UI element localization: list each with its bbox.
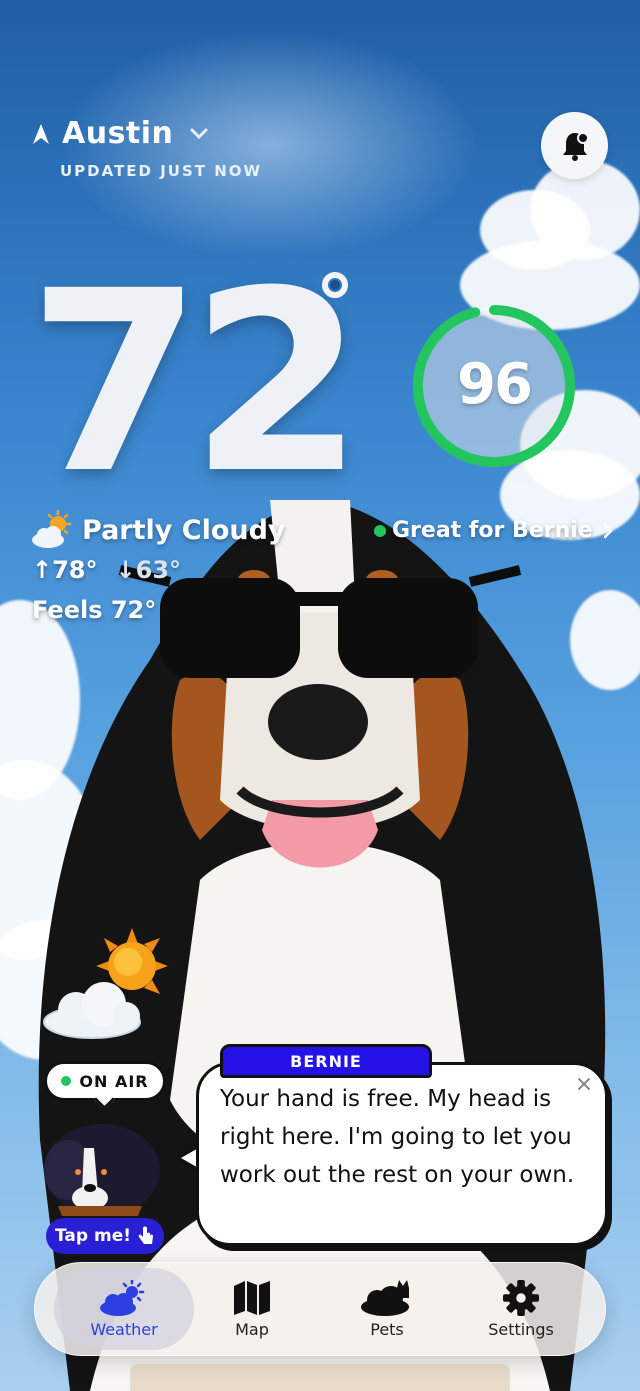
tab-label-map: Map (235, 1319, 269, 1339)
condition-text: Partly Cloudy (82, 514, 286, 546)
map-icon (234, 1280, 270, 1315)
tab-label-pets: Pets (370, 1319, 404, 1339)
gear-icon (503, 1279, 539, 1316)
notifications-button[interactable] (541, 112, 608, 179)
high-temp: 78° (52, 556, 98, 584)
bottom-content-peek (130, 1364, 510, 1391)
on-air-label: ON AIR (79, 1071, 149, 1091)
degree-symbol (322, 272, 348, 298)
tab-settings[interactable]: Settings (451, 1268, 591, 1350)
sun-cloud-sticker-icon (43, 928, 168, 1039)
pet-status-text: Great for Bernie (392, 518, 593, 543)
arrow-up-icon: ↑ (32, 556, 53, 584)
tab-weather[interactable]: Weather (54, 1268, 194, 1350)
tab-label-settings: Settings (488, 1319, 554, 1339)
live-dot (61, 1076, 72, 1086)
bell-icon (562, 131, 589, 161)
low-temp-group: ↓63° (116, 556, 182, 584)
feels-like: Feels 72° (32, 596, 157, 624)
high-low-row: ↑78° ↓63° (32, 556, 181, 584)
pet-status-link[interactable]: Great for Bernie (374, 518, 613, 543)
chevron-down-icon (190, 128, 208, 139)
status-dot (374, 524, 386, 537)
hand-tap-icon (138, 1226, 153, 1244)
navigation-arrow-icon (33, 123, 49, 144)
low-temp: 63° (135, 556, 182, 584)
condition-row: Partly Cloudy (30, 510, 286, 550)
location-selector[interactable]: Austin (32, 116, 209, 151)
arrow-down-icon: ↓ (115, 556, 136, 584)
tab-label-weather: Weather (90, 1319, 158, 1339)
tab-pets[interactable]: Pets (317, 1268, 457, 1350)
pet-score-value: 96 (457, 352, 533, 417)
on-air-badge: ON AIR (44, 1061, 166, 1101)
speaker-name-tag: BERNIE (220, 1044, 432, 1078)
chevron-right-icon (603, 523, 613, 538)
tap-me-label: Tap me! (55, 1226, 131, 1246)
weather-icon (100, 1279, 145, 1316)
city-name: Austin (62, 116, 174, 151)
bernie-avatar[interactable] (38, 1118, 160, 1218)
partly-cloudy-icon (32, 510, 72, 548)
tap-me-button[interactable]: Tap me! (46, 1218, 164, 1254)
tab-map[interactable]: Map (182, 1268, 322, 1350)
current-temperature: 72 (28, 237, 364, 528)
updated-label: UPDATED JUST NOW (60, 162, 263, 180)
high-temp-group: ↑78° (32, 556, 98, 584)
pets-icon (361, 1279, 409, 1316)
speech-message: Your hand is free. My head is right here… (220, 1086, 575, 1188)
